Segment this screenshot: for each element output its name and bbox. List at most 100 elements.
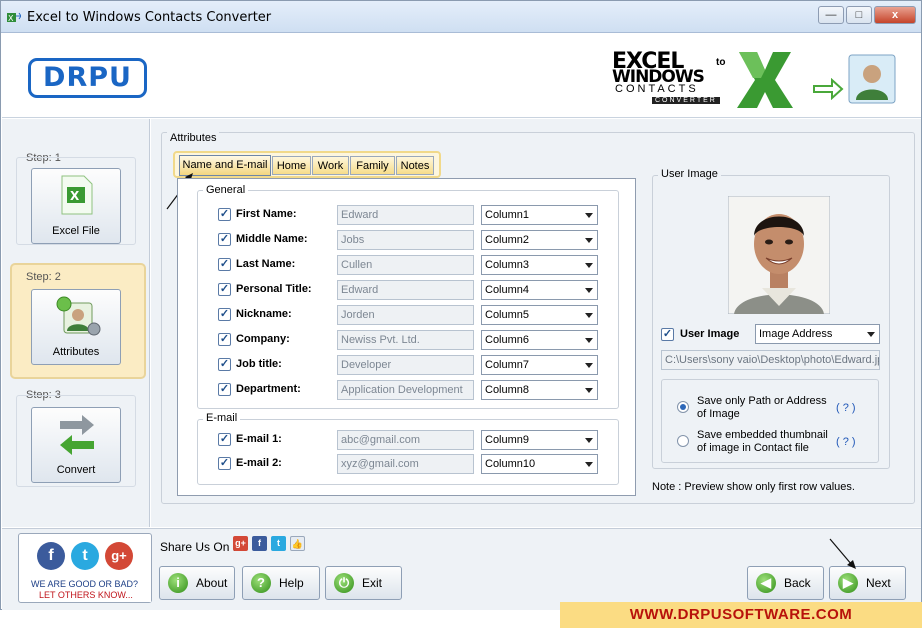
back-button[interactable]: ◀ Back: [747, 566, 824, 600]
email-column-select[interactable]: Column10: [481, 454, 598, 474]
next-arrow-icon: ▶: [838, 573, 858, 593]
save-thumbnail-radio[interactable]: [677, 435, 689, 447]
chevron-down-icon: [585, 438, 593, 443]
tab-home[interactable]: Home: [272, 156, 311, 175]
save-thumbnail-help[interactable]: ( ? ): [836, 436, 856, 448]
step2-label: Step: 2: [26, 271, 61, 283]
rating-text-line1: WE ARE GOOD OR BAD?: [31, 579, 139, 589]
exit-label: Exit: [362, 576, 383, 590]
column-select-value: Column5: [485, 309, 530, 321]
general-column-select[interactable]: Column8: [481, 380, 598, 400]
share-like-icon[interactable]: 👍: [290, 536, 305, 551]
app-header: DRPU EXCEL to WINDOWS CONTACTS CONVERTER: [2, 34, 921, 118]
window-title: Excel to Windows Contacts Converter: [27, 10, 272, 25]
general-column-select[interactable]: Column7: [481, 355, 598, 375]
email-field-preview[interactable]: abc@gmail.com: [337, 430, 474, 450]
chevron-down-icon: [585, 313, 593, 318]
general-column-select[interactable]: Column4: [481, 280, 598, 300]
maximize-button[interactable]: □: [846, 6, 872, 24]
minimize-button[interactable]: —: [818, 6, 844, 24]
save-path-help[interactable]: ( ? ): [836, 402, 856, 414]
exit-button[interactable]: ⏻ Exit: [325, 566, 402, 600]
help-button[interactable]: ? Help: [242, 566, 320, 600]
general-field-checkbox[interactable]: ✓: [218, 358, 231, 371]
general-field-checkbox[interactable]: ✓: [218, 258, 231, 271]
general-column-select[interactable]: Column5: [481, 305, 598, 325]
general-field-preview[interactable]: Jorden: [337, 305, 474, 325]
google-plus-icon[interactable]: g+: [105, 542, 133, 570]
share-google-plus-icon[interactable]: g+: [233, 536, 248, 551]
drpu-logo: DRPU: [28, 58, 147, 98]
general-column-select[interactable]: Column1: [481, 205, 598, 225]
share-facebook-icon[interactable]: f: [252, 536, 267, 551]
excel-file-button[interactable]: X Excel File: [31, 168, 121, 244]
general-field-preview[interactable]: Edward: [337, 280, 474, 300]
save-thumbnail-label-line1: Save embedded thumbnail: [697, 429, 828, 441]
convert-arrows-icon: [60, 415, 94, 455]
rating-text-line2: LET OTHERS KNOW...: [39, 590, 133, 600]
image-type-value: Image Address: [759, 328, 833, 340]
email-field-label: E-mail 2:: [236, 457, 282, 469]
chevron-down-icon: [585, 288, 593, 293]
general-field-label: Department:: [236, 383, 301, 395]
general-field-preview[interactable]: Jobs: [337, 230, 474, 250]
general-field-checkbox[interactable]: ✓: [218, 283, 231, 296]
tab-notes[interactable]: Notes: [396, 156, 434, 175]
email-field-preview[interactable]: xyz@gmail.com: [337, 454, 474, 474]
convert-button[interactable]: Convert: [31, 407, 121, 483]
app-icon: X: [7, 12, 21, 23]
general-field-preview[interactable]: Newiss Pvt. Ltd.: [337, 330, 474, 350]
preview-note: Note : Preview show only first row value…: [652, 481, 855, 493]
rating-text: WE ARE GOOD OR BAD? LET OTHERS KNOW...: [23, 578, 151, 602]
general-field-checkbox[interactable]: ✓: [218, 383, 231, 396]
general-column-select[interactable]: Column3: [481, 255, 598, 275]
social-rating-box[interactable]: f t g+ WE ARE GOOD OR BAD? LET OTHERS KN…: [18, 533, 152, 603]
save-path-label-line1: Save only Path or Address: [697, 395, 827, 407]
user-image-checkbox[interactable]: ✓: [661, 328, 674, 341]
email-field-label: E-mail 1:: [236, 433, 282, 445]
general-field-label: Last Name:: [236, 258, 296, 270]
general-field-checkbox[interactable]: ✓: [218, 308, 231, 321]
next-button[interactable]: ▶ Next: [829, 566, 906, 600]
facebook-icon[interactable]: f: [37, 542, 65, 570]
share-twitter-icon[interactable]: t: [271, 536, 286, 551]
steps-sidebar: Step: 1 X Excel File Step: 2 Attributes …: [2, 119, 150, 527]
app-window: X Excel to Windows Contacts Converter — …: [0, 0, 922, 610]
tab-family[interactable]: Family: [350, 156, 395, 175]
general-field-preview[interactable]: Application Development: [337, 380, 474, 400]
general-field-label: Personal Title:: [236, 283, 312, 295]
general-column-select[interactable]: Column2: [481, 230, 598, 250]
image-path-input[interactable]: C:\Users\sony vaio\Desktop\photo\Edward.…: [661, 350, 880, 370]
save-path-label: Save only Path or Address of Image: [697, 395, 827, 421]
attributes-button[interactable]: Attributes: [31, 289, 121, 365]
save-path-radio[interactable]: [677, 401, 689, 413]
website-url[interactable]: WWW.DRPUSOFTWARE.COM: [560, 602, 922, 628]
image-type-select[interactable]: Image Address: [755, 324, 880, 344]
general-field-preview[interactable]: Cullen: [337, 255, 474, 275]
attributes-panel: Attributes Name and E-mail Home Work Fam…: [151, 119, 921, 527]
pointer-arrow-next-icon: [829, 538, 856, 569]
general-field-checkbox[interactable]: ✓: [218, 233, 231, 246]
column-select-value: Column3: [485, 259, 530, 271]
close-button[interactable]: x: [874, 6, 916, 24]
contact-card-icon: [848, 54, 896, 104]
general-field-checkbox[interactable]: ✓: [218, 333, 231, 346]
email-column-select[interactable]: Column9: [481, 430, 598, 450]
general-field-preview[interactable]: Developer: [337, 355, 474, 375]
general-field-label: Company:: [236, 333, 290, 345]
save-thumbnail-label-line2: of image in Contact file: [697, 442, 809, 454]
general-field-checkbox[interactable]: ✓: [218, 208, 231, 221]
email-field-checkbox[interactable]: ✓: [218, 433, 231, 446]
column-select-value: Column6: [485, 334, 530, 346]
about-button[interactable]: i About: [159, 566, 235, 600]
twitter-icon[interactable]: t: [71, 542, 99, 570]
excel-x-icon: [737, 52, 793, 108]
svg-text:X: X: [8, 14, 14, 23]
footer-bar: f t g+ WE ARE GOOD OR BAD? LET OTHERS KN…: [2, 528, 921, 610]
general-column-select[interactable]: Column6: [481, 330, 598, 350]
general-field-preview[interactable]: Edward: [337, 205, 474, 225]
title-bar: X Excel to Windows Contacts Converter — …: [1, 1, 921, 33]
email-field-checkbox[interactable]: ✓: [218, 457, 231, 470]
tab-work[interactable]: Work: [312, 156, 349, 175]
general-field-label: Job title:: [236, 358, 282, 370]
